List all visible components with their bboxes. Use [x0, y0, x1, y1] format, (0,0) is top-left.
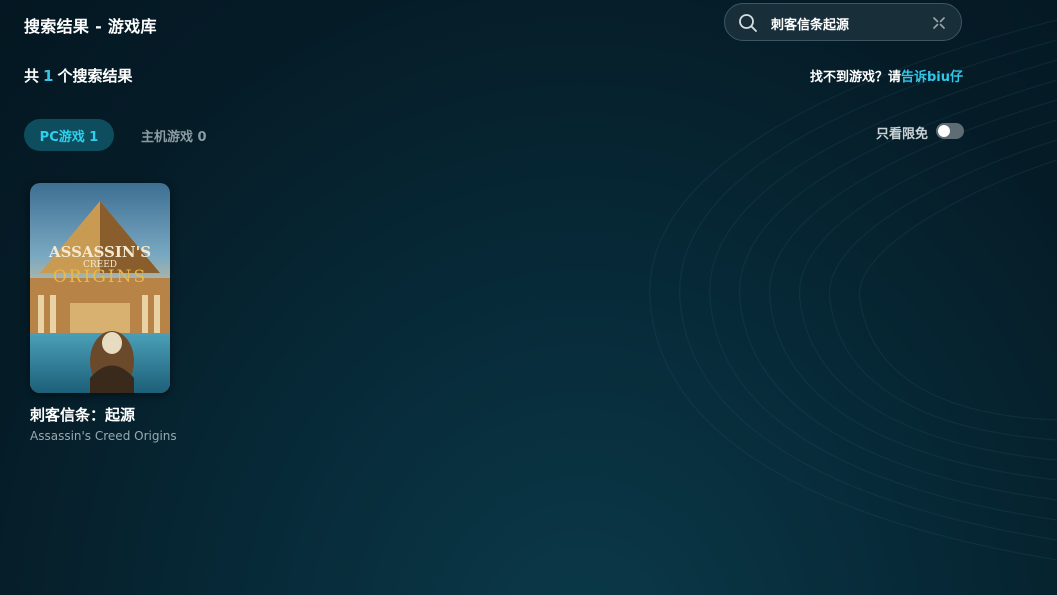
result-count-suffix: 个搜索结果 [57, 67, 133, 85]
tab-pc-games[interactable]: PC游戏 1 [24, 119, 114, 151]
search-box[interactable] [724, 3, 962, 41]
clear-search-icon[interactable] [932, 16, 946, 30]
game-cover-art: ASSASSIN'S CREED ORIGINS [30, 183, 170, 393]
search-input[interactable] [771, 13, 921, 33]
toggle-knob [938, 125, 950, 137]
game-card[interactable]: ASSASSIN'S CREED ORIGINS 刺客信条：起源 Assassi… [30, 183, 177, 443]
cover-logo-line1: ASSASSIN'S [48, 243, 151, 261]
page-title: 搜索结果 - 游戏库 [24, 17, 157, 36]
search-icon [739, 14, 757, 32]
tab-console-games[interactable]: 主机游戏 0 [141, 119, 207, 151]
game-title-en: Assassin's Creed Origins [30, 429, 177, 443]
game-title-cn[interactable]: 刺客信条：起源 [30, 404, 170, 425]
game-cover-image[interactable]: ASSASSIN'S CREED ORIGINS [30, 183, 170, 393]
cover-logo-line3: ORIGINS [53, 267, 147, 287]
feedback-link[interactable]: 告诉biu仔 [901, 70, 963, 85]
feedback-text: 找不到游戏？请 [809, 70, 901, 85]
free-only-label: 只看限免 [876, 127, 929, 142]
feedback-prompt: 找不到游戏？请告诉biu仔 [810, 66, 963, 85]
result-count-prefix: 共 [24, 67, 40, 85]
result-count: 共 1 个搜索结果 [24, 65, 132, 86]
free-only-toggle[interactable] [936, 123, 964, 139]
result-count-number: 1 [43, 67, 54, 85]
